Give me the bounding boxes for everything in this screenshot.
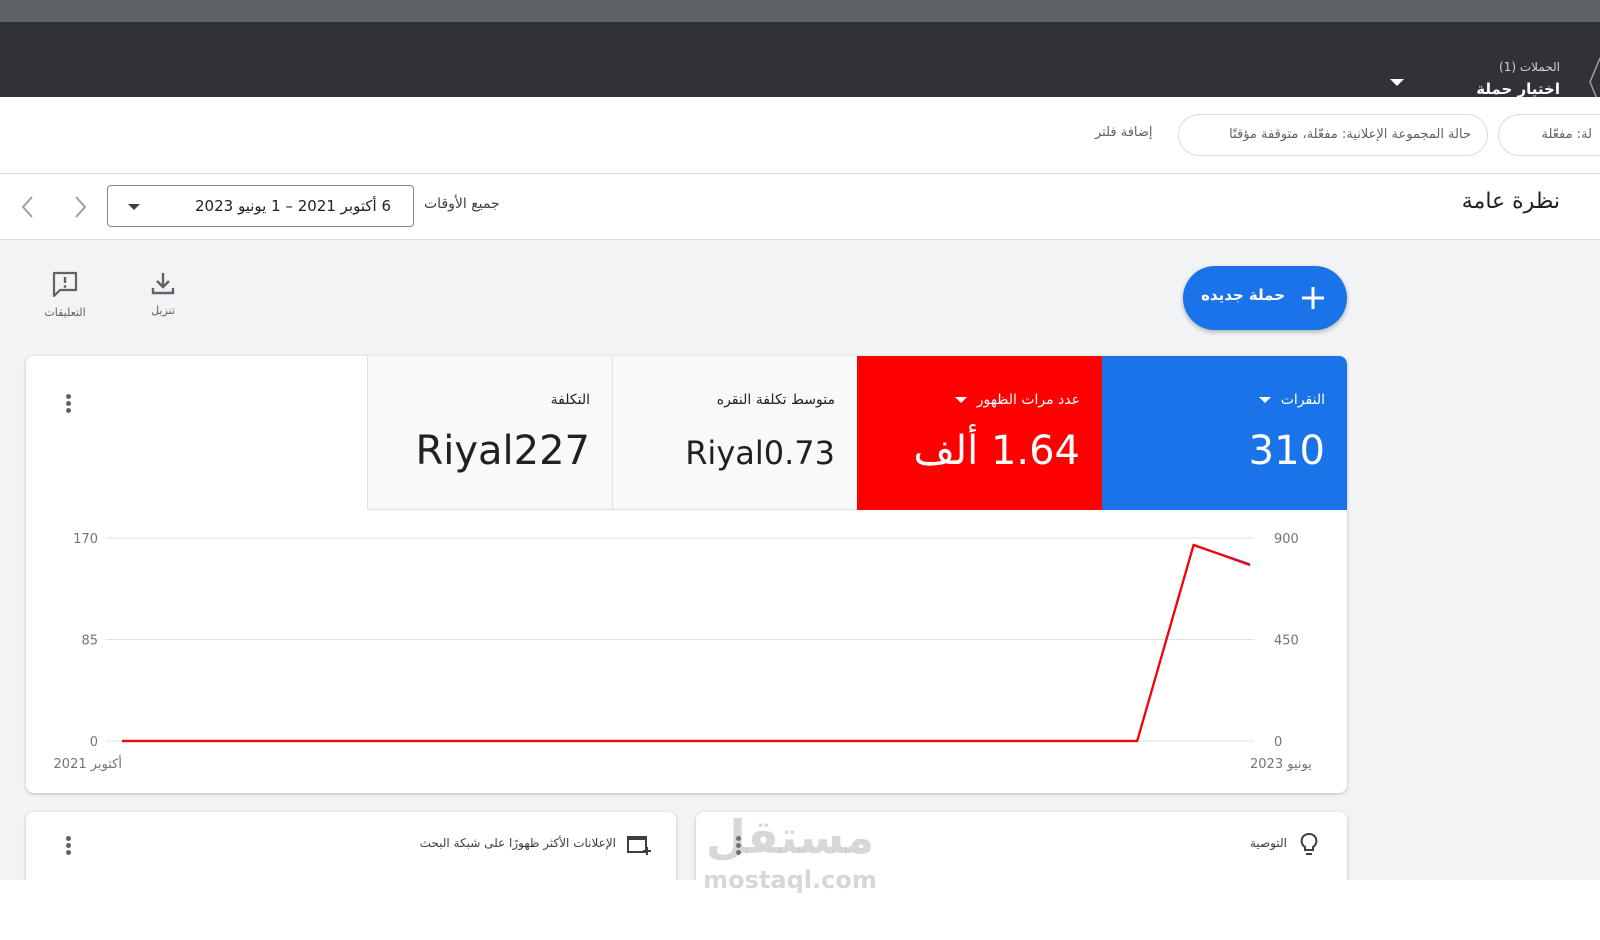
download-icon xyxy=(151,273,175,295)
watermark-latin: mostaql.com xyxy=(703,866,877,894)
chart-x-tick-label: أكتوبر 2021 xyxy=(54,755,122,772)
filter-chip-adgroup-status[interactable]: حالة المجموعة الإعلانية: مفعّلة، متوقفة … xyxy=(1178,114,1488,156)
chart-right-tick-label: 450 xyxy=(1274,634,1299,649)
date-range-value: 6 أكتوبر 2021 – 1 يونيو 2023 xyxy=(194,197,391,215)
metric-cost-label: التكلفة xyxy=(550,392,590,408)
download-button[interactable]: تنزيل xyxy=(128,270,198,326)
main-content: حملة جديده تنزيل التعليقات النقرات 310 ع… xyxy=(0,240,1600,892)
more-vert-icon[interactable] xyxy=(58,834,78,860)
metric-clicks-value: 310 xyxy=(1248,428,1325,474)
top-search-ads-title: الإعلانات الأكثر ظهورًا على شبكة البحث xyxy=(419,836,616,850)
chart-left-tick-label: 85 xyxy=(81,634,98,649)
watermark-arabic: مستقل xyxy=(705,810,875,864)
metric-clicks[interactable]: النقرات 310 xyxy=(1102,356,1347,510)
overview-bar: نظرة عامة جميع الأوقات 6 أكتوبر 2021 – 1… xyxy=(0,174,1600,240)
metric-cost[interactable]: التكلفة Riyal227 xyxy=(367,356,612,510)
more-vert-icon[interactable] xyxy=(58,392,78,418)
recommendation-title: التوصية xyxy=(1249,836,1287,850)
metric-avg-cpc-value: Riyal0.73 xyxy=(685,434,835,472)
chevron-down-icon xyxy=(954,397,967,403)
lightbulb-icon xyxy=(1300,833,1318,855)
chart-series-line xyxy=(122,544,1251,743)
chart-right-tick-label: 0 xyxy=(1274,735,1282,750)
select-campaign-label: اختيار حملة xyxy=(1476,80,1560,98)
chevron-down-icon xyxy=(1390,79,1404,86)
chart-right-tick-label: 900 xyxy=(1274,532,1299,547)
campaigns-count-label: الحملات (1) xyxy=(1499,60,1560,74)
feedback-label: التعليقات xyxy=(44,306,86,319)
chart-x-tick-label: يونيو 2023 xyxy=(1250,757,1312,772)
chevron-down-icon xyxy=(128,204,140,210)
page-title: نظرة عامة xyxy=(1461,189,1560,214)
chart-left-tick-label: 0 xyxy=(90,735,98,750)
download-label: تنزيل xyxy=(151,304,175,317)
filter-chip-adgroup-label: حالة المجموعة الإعلانية: مفعّلة، متوقفة … xyxy=(1229,127,1471,142)
date-range-select[interactable]: 6 أكتوبر 2021 – 1 يونيو 2023 xyxy=(107,185,414,227)
metric-cost-value: Riyal227 xyxy=(415,428,590,474)
chevron-down-icon xyxy=(1258,397,1271,403)
performance-chart: 170 900 85 450 0 0 أكتوبر 2021 يونيو 2023 xyxy=(54,532,1313,772)
metric-impressions-label: عدد مرات الظهور xyxy=(954,392,1080,408)
date-range-preset[interactable]: جميع الأوقات xyxy=(424,196,500,212)
plus-icon xyxy=(1302,287,1324,309)
filter-chip-status-label: لة: مفعّلة xyxy=(1541,127,1592,142)
feedback-icon xyxy=(52,271,78,298)
new-campaign-button[interactable]: حملة جديده xyxy=(1183,266,1347,330)
chart-left-tick-label: 170 xyxy=(73,532,98,547)
metric-avg-cpc[interactable]: متوسط تكلفة النقره Riyal0.73 xyxy=(612,356,857,510)
metric-impressions-label-text: عدد مرات الظهور xyxy=(976,392,1080,408)
filter-chip-status[interactable]: لة: مفعّلة xyxy=(1498,114,1600,156)
metric-impressions[interactable]: عدد مرات الظهور 1.64 ألف xyxy=(857,356,1102,510)
feedback-button[interactable]: التعليقات xyxy=(30,270,100,326)
watermark-logo: مستقل mostaql.com xyxy=(690,808,890,908)
metric-avg-cpc-label: متوسط تكلفة النقره xyxy=(716,392,835,408)
page: الحملات (1) اختيار حملة لة: مفعّلة حالة … xyxy=(0,0,1600,940)
add-filter-button[interactable]: إضافة فلتر xyxy=(1095,125,1153,140)
add-to-screen-icon xyxy=(627,836,651,855)
metric-impressions-value: 1.64 ألف xyxy=(913,428,1080,474)
metric-clicks-label-text: النقرات xyxy=(1280,392,1325,408)
chart-series-line xyxy=(122,543,1251,743)
performance-card: النقرات 310 عدد مرات الظهور 1.64 ألف متو… xyxy=(26,356,1347,793)
browser-top-strip xyxy=(0,0,1600,22)
chevron-left-icon[interactable] xyxy=(16,193,40,221)
filter-bar: لة: مفعّلة حالة المجموعة الإعلانية: مفعّ… xyxy=(0,97,1600,174)
metric-clicks-label: النقرات xyxy=(1258,392,1325,408)
new-campaign-label: حملة جديده xyxy=(1201,286,1285,304)
chevron-right-icon[interactable] xyxy=(68,193,92,221)
header-bar: الحملات (1) اختيار حملة xyxy=(0,22,1600,107)
